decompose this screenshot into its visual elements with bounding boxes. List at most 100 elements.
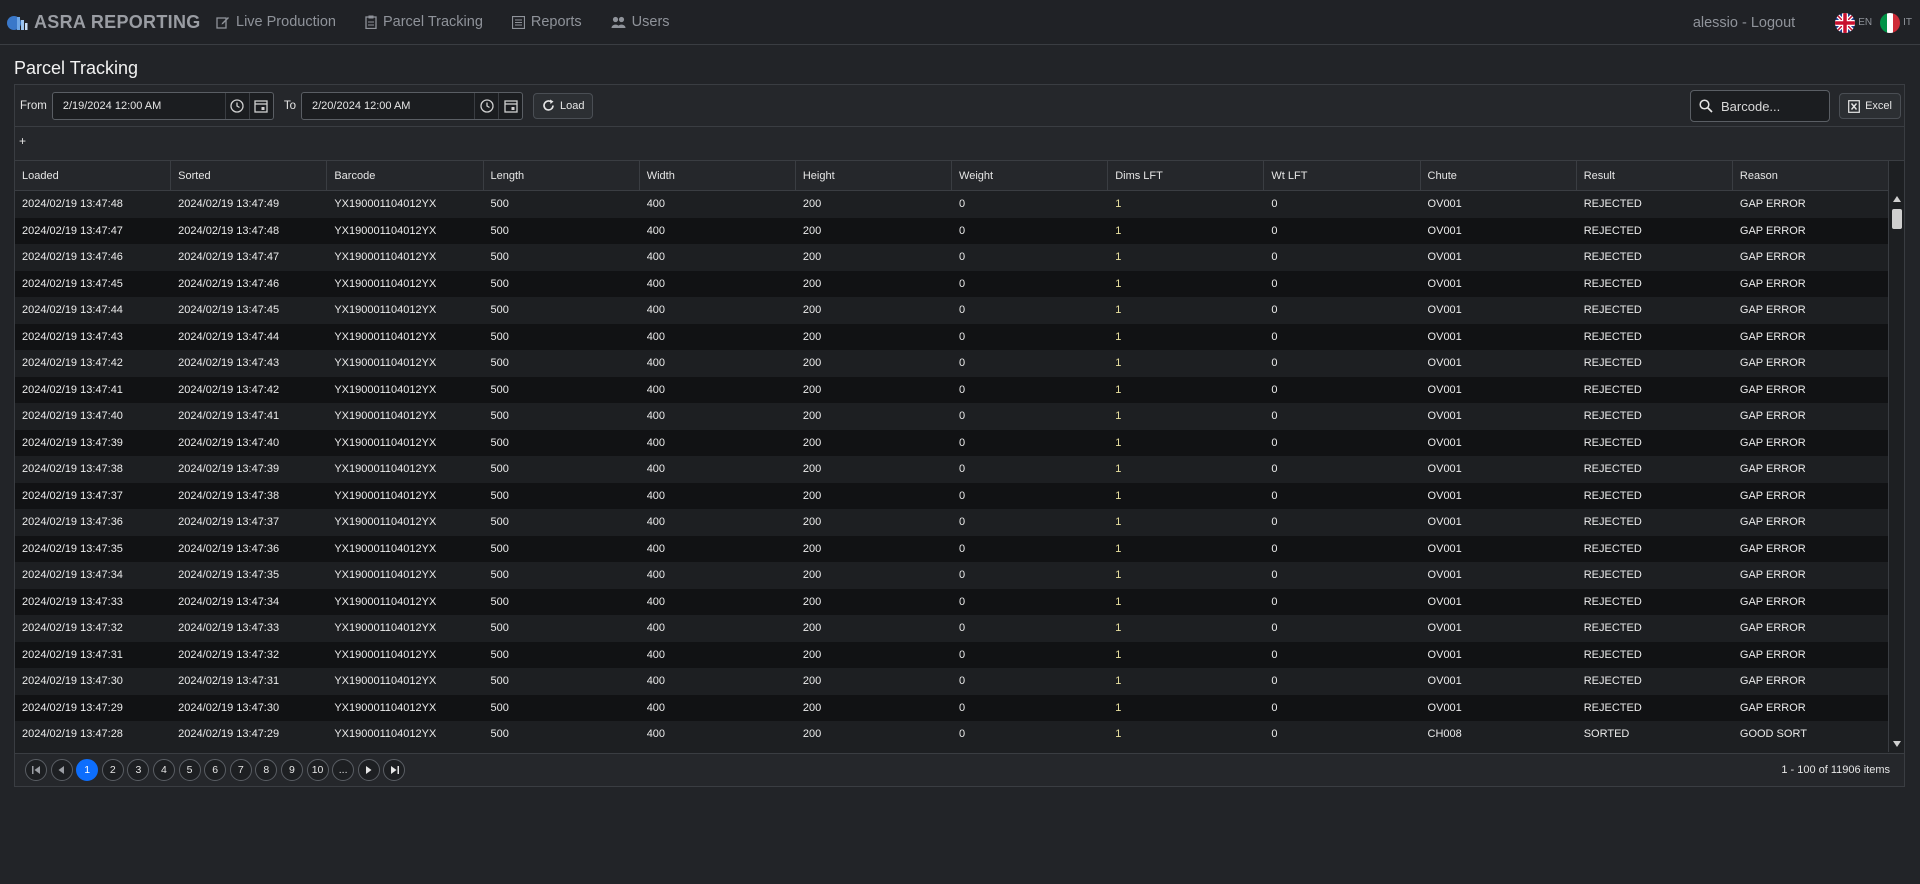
from-time-button[interactable] [224,92,249,119]
table-row[interactable]: 2024/02/19 13:47:45 2024/02/19 13:47:46 YX… [15,270,1889,297]
table-row[interactable]: 2024/02/19 13:47:42 2024/02/19 13:47:43 YX… [15,350,1889,377]
excel-file-icon [1848,99,1860,113]
table-cell: OV001 [1427,304,1462,317]
column-header-result[interactable]: Result [1577,161,1733,190]
column-header-barcode[interactable]: Barcode [327,161,484,190]
column-header-length[interactable]: Length [484,161,640,190]
table-cell: YX190001104012YX [334,330,437,343]
table-cell: 400 [646,198,666,211]
page-button-6[interactable]: 6 [204,759,227,781]
nav-reports[interactable]: Reports [511,14,582,30]
column-header-weight[interactable]: Weight [952,161,1109,190]
table-cell: 200 [802,410,822,423]
table-cell: REJECTED [1583,701,1642,714]
next-page-button[interactable] [357,759,380,781]
table-row[interactable]: 2024/02/19 13:47:47 2024/02/19 13:47:48 YX… [15,217,1889,244]
table-row[interactable]: 2024/02/19 13:47:40 2024/02/19 13:47:41 YX… [15,403,1889,430]
add-group-button[interactable]: + [19,134,26,148]
page-button-3[interactable]: 3 [127,759,150,781]
table-cell: 0 [959,410,966,423]
column-header-chute[interactable]: Chute [1421,161,1577,190]
table-cell: YX190001104012YX [334,595,437,608]
table-cell: 400 [646,304,666,317]
nav-parcel-tracking[interactable]: Parcel Tracking [365,14,483,30]
table-row[interactable]: 2024/02/19 13:47:48 2024/02/19 13:47:49 YX… [15,191,1889,218]
table-cell: REJECTED [1583,516,1642,529]
table-cell: 2024/02/19 13:47:43 [178,357,280,370]
table-cell: 2024/02/19 13:47:36 [178,542,280,555]
page-button-7[interactable]: 7 [229,759,252,781]
prev-page-button[interactable] [50,759,73,781]
table-cell: 2024/02/19 13:47:47 [22,224,123,237]
table-cell: YX190001104012YX [334,224,437,237]
user-logout-link[interactable]: alessio - Logout [1693,15,1795,31]
table-cell: 200 [802,463,822,476]
page-button-5[interactable]: 5 [178,759,201,781]
edit-icon [216,17,229,29]
column-header-reason[interactable]: Reason [1733,161,1890,190]
table-row[interactable]: 2024/02/19 13:47:28 2024/02/19 13:47:29 YX… [15,721,1889,748]
nav-users[interactable]: Users [611,14,670,30]
table-cell: OV001 [1427,516,1462,529]
from-datetime-input[interactable]: 2/19/2024 12:00 AM [53,100,225,112]
table-cell: 0 [959,595,966,608]
table-row[interactable]: 2024/02/19 13:47:39 2024/02/19 13:47:40 YX… [15,429,1889,456]
lang-it[interactable]: IT [1880,12,1912,33]
table-row[interactable]: 2024/02/19 13:47:46 2024/02/19 13:47:47 YX… [15,244,1889,271]
table-row[interactable]: 2024/02/19 13:47:38 2024/02/19 13:47:39 YX… [15,456,1889,483]
table-cell: 400 [646,622,666,635]
load-button[interactable]: Load [533,92,594,119]
table-row[interactable]: 2024/02/19 13:47:35 2024/02/19 13:47:36 YX… [15,535,1889,562]
page-button-1[interactable]: 1 [76,759,99,781]
table-row[interactable]: 2024/02/19 13:47:31 2024/02/19 13:47:32 YX… [15,641,1889,668]
column-header-height[interactable]: Height [796,161,953,190]
scroll-down-icon[interactable] [1889,736,1904,752]
table-cell: 0 [1271,595,1278,608]
table-cell: 1 [1115,675,1122,688]
excel-export-button[interactable]: Excel [1839,93,1901,119]
brand[interactable]: ASRA REPORTING [6,11,216,33]
lang-en[interactable]: EN [1835,12,1873,33]
table-row[interactable]: 2024/02/19 13:47:36 2024/02/19 13:47:37 YX… [15,509,1889,536]
list-icon [511,15,525,29]
table-row[interactable]: 2024/02/19 13:47:43 2024/02/19 13:47:44 YX… [15,323,1889,350]
vertical-scrollbar[interactable] [1888,191,1904,752]
last-page-button[interactable] [383,759,406,781]
page-button-2[interactable]: 2 [101,759,124,781]
page-button-4[interactable]: 4 [152,759,175,781]
table-cell: GAP ERROR [1739,595,1806,608]
table-cell: OV001 [1427,463,1462,476]
more-pages-button[interactable]: ... [332,759,355,781]
table-cell: 0 [1271,463,1278,476]
table-row[interactable]: 2024/02/19 13:47:41 2024/02/19 13:47:42 YX… [15,376,1889,403]
page-button-8[interactable]: 8 [255,759,278,781]
table-row[interactable]: 2024/02/19 13:47:33 2024/02/19 13:47:34 YX… [15,588,1889,615]
table-cell: REJECTED [1583,648,1642,661]
column-header-dims-lft[interactable]: Dims LFT [1108,161,1265,190]
column-header-loaded[interactable]: Loaded [15,161,172,190]
barcode-search-input[interactable]: Barcode... [1721,99,1780,114]
column-header-wt-lft[interactable]: Wt LFT [1264,161,1421,190]
table-row[interactable]: 2024/02/19 13:47:29 2024/02/19 13:47:30 YX… [15,694,1889,721]
table-row[interactable]: 2024/02/19 13:47:34 2024/02/19 13:47:35 YX… [15,562,1889,589]
column-header-sorted[interactable]: Sorted [171,161,328,190]
from-calendar-button[interactable] [248,92,273,119]
table-cell: OV001 [1427,542,1462,555]
table-row[interactable]: 2024/02/19 13:47:44 2024/02/19 13:47:45 YX… [15,297,1889,324]
to-time-button[interactable] [474,92,498,119]
scroll-up-icon[interactable] [1889,191,1904,207]
nav-live-production[interactable]: Live Production [216,14,336,30]
to-datetime-input[interactable]: 2/20/2024 12:00 AM [302,100,474,112]
column-header-width[interactable]: Width [640,161,796,190]
lang-en-label: EN [1858,17,1873,28]
brand-logo-icon [6,11,28,33]
first-page-button[interactable] [25,759,47,781]
scrollbar-thumb[interactable] [1892,209,1902,229]
table-row[interactable]: 2024/02/19 13:47:32 2024/02/19 13:47:33 YX… [15,615,1889,642]
table-cell: 0 [1271,728,1278,741]
to-calendar-button[interactable] [498,92,522,119]
page-button-9[interactable]: 9 [280,759,303,781]
table-row[interactable]: 2024/02/19 13:47:30 2024/02/19 13:47:31 YX… [15,668,1889,695]
table-row[interactable]: 2024/02/19 13:47:37 2024/02/19 13:47:38 YX… [15,482,1889,509]
page-button-10[interactable]: 10 [306,759,329,781]
